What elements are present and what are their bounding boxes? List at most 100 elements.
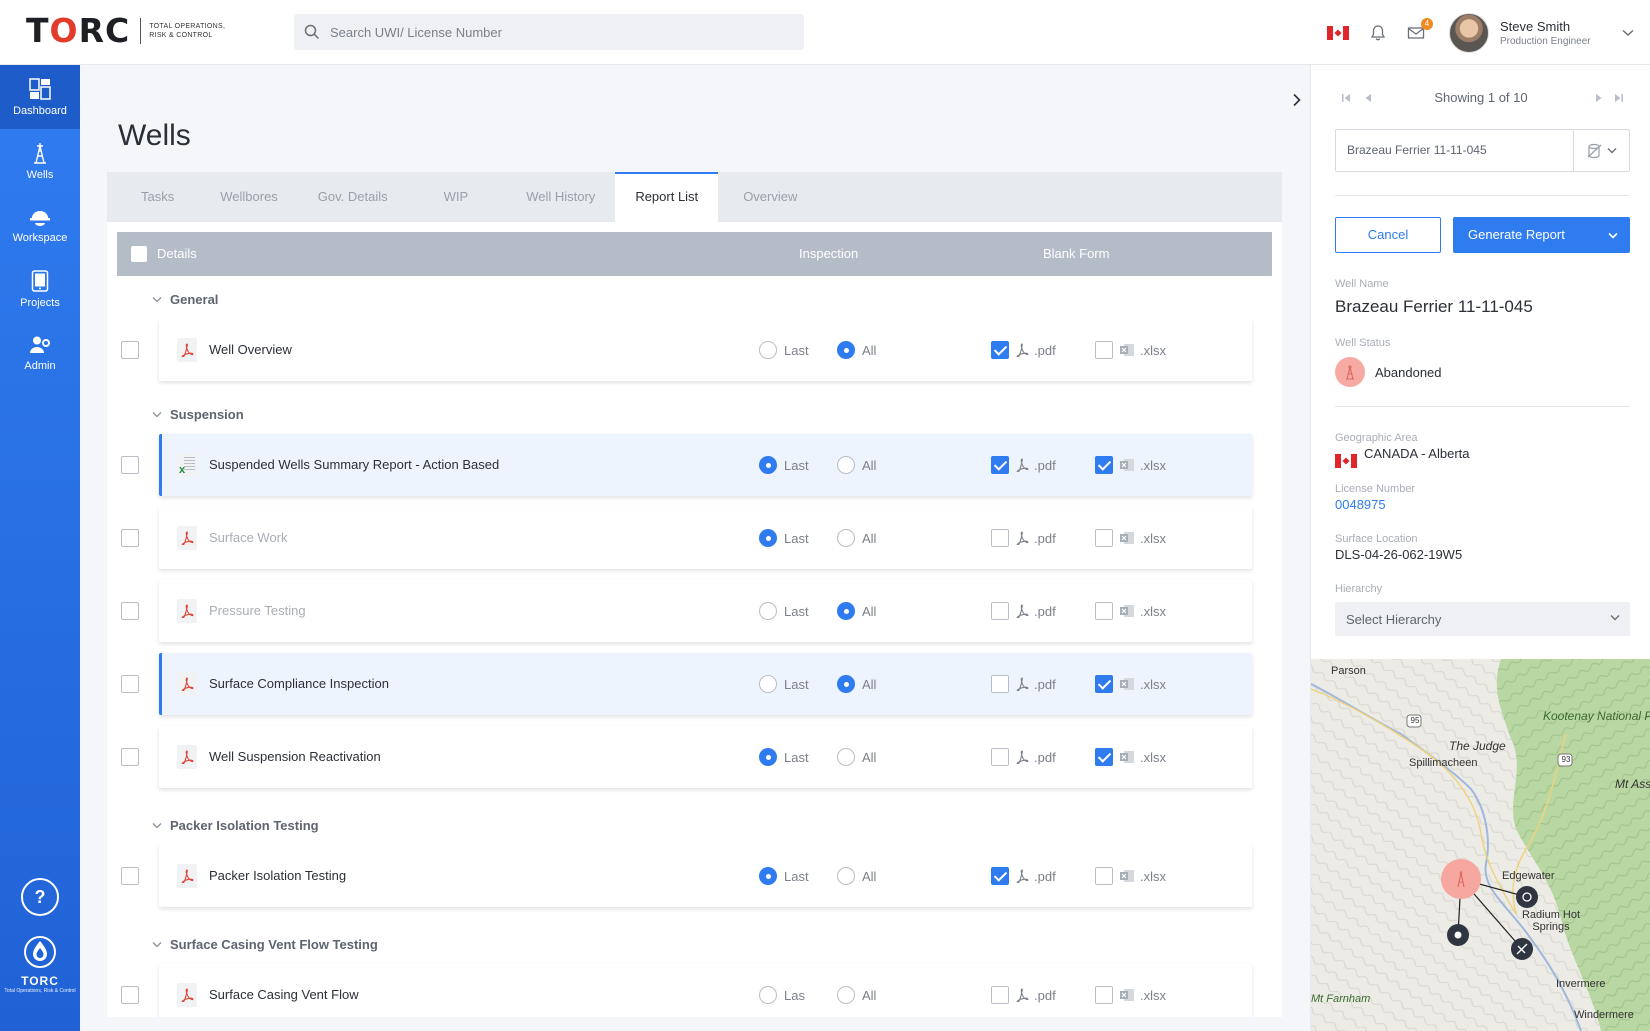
pdf-format-checkbox[interactable]: .pdf (991, 529, 1056, 547)
pdf-format-checkbox[interactable]: .pdf (991, 675, 1056, 693)
well-selector-toggle[interactable] (1573, 130, 1629, 171)
radio-label: All (862, 676, 877, 692)
license-link[interactable]: 0048975 (1335, 497, 1386, 512)
cancel-button[interactable]: Cancel (1335, 217, 1441, 253)
select-all-checkbox[interactable] (131, 246, 147, 262)
inspection-all-radio[interactable]: All (837, 867, 876, 885)
tab-wellbores[interactable]: Wellbores (200, 172, 298, 222)
row-select-checkbox[interactable] (121, 529, 139, 547)
well-map[interactable]: Parson The Judge Spillimacheen Kootenay … (1311, 659, 1650, 1031)
xlsx-format-checkbox[interactable]: .xlsx (1095, 456, 1166, 474)
barrel-icon (1587, 143, 1601, 158)
inspection-last-radio[interactable]: Last (759, 748, 809, 766)
inspection-last-radio[interactable]: Last (759, 456, 809, 474)
sidebar-item-wells[interactable]: Wells (0, 129, 80, 193)
row-select-checkbox[interactable] (121, 456, 139, 474)
category-header[interactable]: General (152, 292, 218, 307)
user-info[interactable]: Steve Smith Production Engineer (1500, 19, 1620, 47)
inspection-all-radio[interactable]: All (837, 341, 876, 359)
sidebar-item-dashboard[interactable]: Dashboard (0, 65, 80, 129)
xlsx-format-checkbox[interactable]: .xlsx (1095, 675, 1166, 693)
category-header[interactable]: Suspension (152, 407, 244, 422)
format-label: .pdf (1034, 530, 1056, 546)
report-row[interactable]: x Suspended Wells Summary Report - Actio… (159, 434, 1252, 496)
tab-tasks[interactable]: Tasks (107, 172, 200, 222)
tab-overview[interactable]: Overview (718, 172, 817, 222)
category-header[interactable]: Packer Isolation Testing (152, 818, 319, 833)
inspection-last-radio[interactable]: Last (759, 341, 809, 359)
inspection-all-radio[interactable]: All (837, 456, 876, 474)
row-select-checkbox[interactable] (121, 675, 139, 693)
inspection-last-radio[interactable]: Last (759, 602, 809, 620)
report-row[interactable]: Packer Isolation Testing Last All .pdf .… (159, 845, 1252, 907)
tab-well-history[interactable]: Well History (506, 172, 615, 222)
acrobat-icon (1015, 869, 1029, 883)
canada-flag-icon[interactable] (1327, 25, 1349, 40)
hierarchy-select[interactable]: Select Hierarchy (1335, 602, 1630, 636)
pdf-format-checkbox[interactable]: .pdf (991, 341, 1056, 359)
sidebar-item-admin[interactable]: Admin (0, 321, 80, 385)
generate-report-button[interactable]: Generate Report (1453, 217, 1630, 253)
row-select-checkbox[interactable] (121, 341, 139, 359)
xlsx-format-checkbox[interactable]: .xlsx (1095, 867, 1166, 885)
acrobat-icon (1015, 604, 1029, 618)
sidebar-item-projects[interactable]: Projects (0, 257, 80, 321)
xlsx-format-checkbox[interactable]: .xlsx (1095, 602, 1166, 620)
avatar[interactable] (1449, 12, 1489, 53)
pdf-format-checkbox[interactable]: .pdf (991, 748, 1056, 766)
bell-icon[interactable] (1369, 24, 1387, 42)
chevron-down-icon[interactable] (1622, 29, 1634, 37)
well-selector[interactable]: Brazeau Ferrier 11-11-045 (1335, 129, 1630, 172)
xlsx-format-checkbox[interactable]: .xlsx (1095, 748, 1166, 766)
inspection-last-radio[interactable]: Las (759, 986, 805, 1004)
pdf-format-checkbox[interactable]: .pdf (991, 867, 1056, 885)
map-well-marker[interactable] (1441, 859, 1481, 899)
radio-label: All (862, 749, 877, 765)
last-page-icon[interactable] (1614, 93, 1624, 103)
xlsx-format-checkbox[interactable]: .xlsx (1095, 529, 1166, 547)
tab-gov-details[interactable]: Gov. Details (298, 172, 414, 222)
row-select-checkbox[interactable] (121, 602, 139, 620)
search-bar[interactable] (294, 14, 804, 50)
pdf-format-checkbox[interactable]: .pdf (991, 456, 1056, 474)
next-page-icon[interactable] (1594, 93, 1604, 103)
hierarchy-select-value: Select Hierarchy (1346, 612, 1442, 627)
xlsx-format-checkbox[interactable]: .xlsx (1095, 986, 1166, 1004)
well-status-label: Well Status (1335, 337, 1391, 349)
surface-location-label: Surface Location (1335, 533, 1418, 545)
report-row[interactable]: Well Suspension Reactivation Last All .p… (159, 726, 1252, 788)
pdf-format-checkbox[interactable]: .pdf (991, 602, 1056, 620)
inspection-all-radio[interactable]: All (837, 529, 876, 547)
format-label: .xlsx (1140, 530, 1166, 546)
map-facility-marker[interactable] (1516, 886, 1538, 908)
tab-report-list[interactable]: Report List (615, 172, 719, 222)
user-name: Steve Smith (1500, 18, 1571, 34)
inspection-last-radio[interactable]: Last (759, 675, 809, 693)
xlsx-format-checkbox[interactable]: .xlsx (1095, 341, 1166, 359)
category-header[interactable]: Surface Casing Vent Flow Testing (152, 937, 378, 952)
torc-logo[interactable]: TORC Total Operations, Risk & Control (26, 14, 233, 48)
pdf-format-checkbox[interactable]: .pdf (991, 986, 1056, 1004)
report-row[interactable]: Surface Compliance Inspection Last All .… (159, 653, 1252, 715)
help-button[interactable]: ? (21, 878, 59, 916)
chevron-right-icon[interactable] (1292, 93, 1302, 107)
mail-icon[interactable]: 4 (1407, 17, 1433, 41)
row-select-checkbox[interactable] (121, 986, 139, 1004)
search-input[interactable] (330, 24, 770, 40)
report-row[interactable]: Surface Work Last All .pdf .xlsx (159, 507, 1252, 569)
inspection-last-radio[interactable]: Last (759, 867, 809, 885)
generate-report-dropdown[interactable] (1596, 217, 1630, 253)
inspection-all-radio[interactable]: All (837, 748, 876, 766)
tab-wip[interactable]: WIP (414, 172, 507, 222)
row-select-checkbox[interactable] (121, 867, 139, 885)
inspection-all-radio[interactable]: All (837, 675, 876, 693)
chevron-down-icon (1610, 615, 1620, 621)
inspection-all-radio[interactable]: All (837, 602, 876, 620)
sidebar-item-workspace[interactable]: Workspace (0, 193, 80, 257)
report-row[interactable]: Surface Casing Vent Flow Las All .pdf .x… (159, 964, 1252, 1017)
inspection-last-radio[interactable]: Last (759, 529, 809, 547)
row-select-checkbox[interactable] (121, 748, 139, 766)
report-row[interactable]: Pressure Testing Last All .pdf .xlsx (159, 580, 1252, 642)
inspection-all-radio[interactable]: All (837, 986, 876, 1004)
report-row[interactable]: Well Overview Last All .pdf .xlsx (159, 319, 1252, 381)
